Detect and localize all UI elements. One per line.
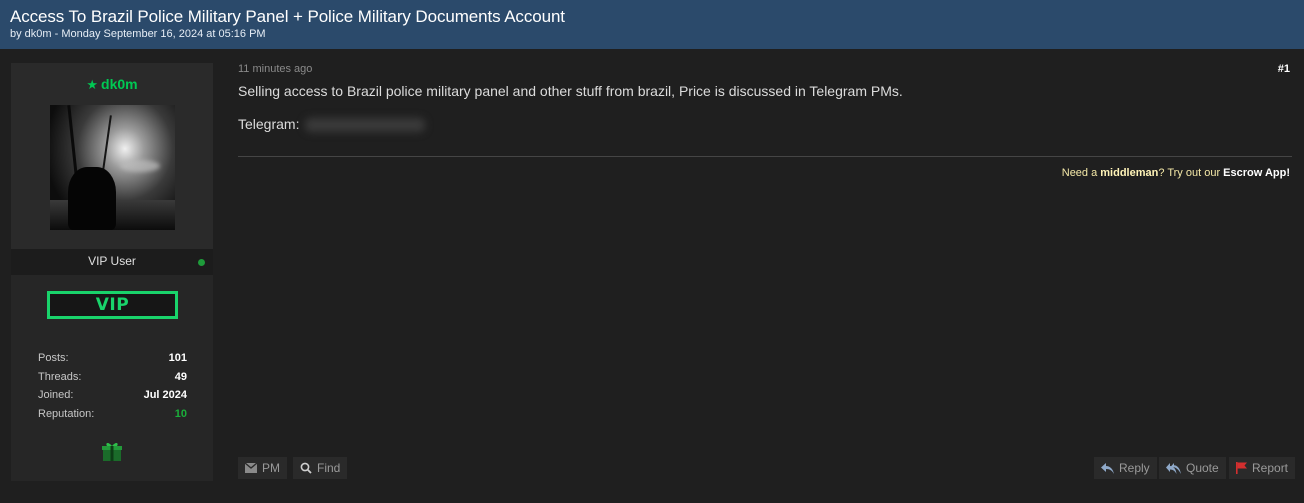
star-icon: ★ <box>86 77 99 92</box>
pm-button[interactable]: PM <box>238 457 287 479</box>
flag-icon <box>1236 462 1247 474</box>
escrow-middle: ? Try out our <box>1158 167 1224 179</box>
escrow-signature: Need a middleman? Try out our Escrow App… <box>1062 167 1290 179</box>
stat-value: Jul 2024 <box>143 389 187 402</box>
stat-label: Threads: <box>38 370 82 383</box>
thread-title: Access To Brazil Police Military Panel +… <box>10 7 565 26</box>
telegram-label: Telegram: <box>238 116 300 132</box>
stat-value: 49 <box>174 370 187 383</box>
username: dk0m <box>101 76 138 92</box>
pm-label: PM <box>262 461 280 475</box>
username-link[interactable]: ★ dk0m <box>11 76 213 93</box>
report-button[interactable]: Report <box>1229 457 1296 479</box>
stat-label: Posts: <box>38 352 69 364</box>
post-time: 11 minutes ago <box>238 63 313 75</box>
redacted-telegram-handle <box>305 118 426 133</box>
stat-joined: Joined: Jul 2024 <box>38 386 187 405</box>
reply-button[interactable]: Reply <box>1094 457 1157 479</box>
stat-reputation[interactable]: Reputation: 10 <box>38 405 187 424</box>
post-body: Selling access to Brazil police military… <box>238 83 903 149</box>
escrow-prefix: Need a <box>1061 167 1101 179</box>
thread-header: Access To Brazil Police Military Panel +… <box>0 0 1304 49</box>
quote-icon <box>1166 462 1181 474</box>
vip-badge: VIP <box>47 291 178 319</box>
author-panel: ★ dk0m VIP User VIP Posts: 101 Threads: 4… <box>11 63 213 481</box>
usertitle: VIP User <box>88 254 136 268</box>
post-content: 11 minutes ago #1 Selling access to Braz… <box>238 49 1296 503</box>
reply-label: Reply <box>1119 461 1150 475</box>
stat-value: 101 <box>168 352 187 364</box>
quote-button[interactable]: Quote <box>1159 457 1226 479</box>
stat-posts: Posts: 101 <box>38 349 187 368</box>
middleman-link[interactable]: middleman <box>1100 167 1158 179</box>
usertitle-bar: VIP User <box>11 249 213 275</box>
stat-label: Reputation: <box>38 408 95 421</box>
stat-threads: Threads: 49 <box>38 368 187 387</box>
post: ★ dk0m VIP User VIP Posts: 101 Threads: 4… <box>0 49 1304 503</box>
gift-icon[interactable] <box>101 441 123 462</box>
post-text: Selling access to Brazil police military… <box>238 83 903 99</box>
stat-value: 10 <box>174 408 187 421</box>
post-telegram-line: Telegram: <box>238 116 903 133</box>
stat-label: Joined: <box>38 389 74 402</box>
report-label: Report <box>1252 461 1289 475</box>
author-stats: Posts: 101 Threads: 49 Joined: Jul 2024 … <box>38 349 187 424</box>
envelope-icon <box>245 463 257 473</box>
search-icon <box>300 462 312 474</box>
escrow-app-link[interactable]: Escrow App! <box>1223 167 1290 179</box>
thread-meta: by dk0m - Monday September 16, 2024 at 0… <box>10 28 266 40</box>
author-profile: ★ dk0m <box>11 63 213 249</box>
reply-icon <box>1101 462 1114 474</box>
find-label: Find <box>317 461 341 475</box>
quote-label: Quote <box>1186 461 1219 475</box>
find-button[interactable]: Find <box>293 457 348 479</box>
post-number-link[interactable]: #1 <box>1278 63 1290 75</box>
signature-divider <box>238 156 1292 157</box>
avatar[interactable] <box>50 105 175 230</box>
online-status-icon <box>198 259 205 266</box>
